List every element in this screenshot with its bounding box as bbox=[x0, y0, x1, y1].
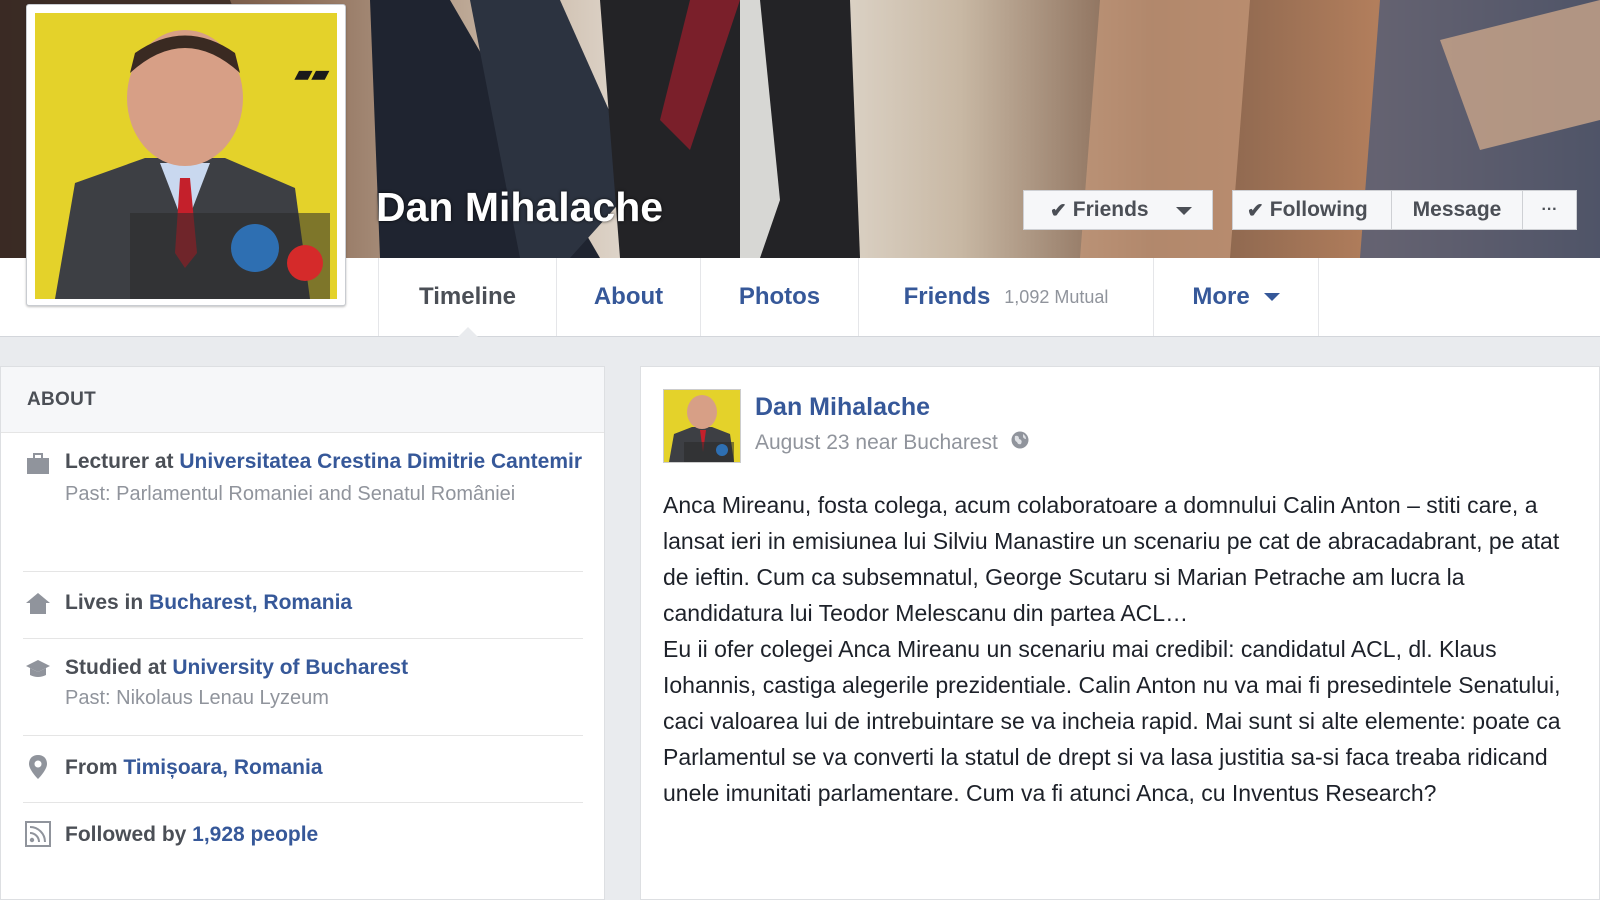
post-text: Anca Mireanu, fosta colega, acum colabor… bbox=[663, 487, 1575, 811]
studied-prefix: Studied at bbox=[65, 656, 173, 679]
post-meta: August 23 near Bucharest bbox=[755, 430, 1030, 456]
tab-more[interactable]: More bbox=[1153, 258, 1319, 336]
active-tab-indicator bbox=[457, 327, 478, 337]
mutual-friends-count: 1,092 Mutual bbox=[1004, 286, 1109, 307]
rss-icon bbox=[25, 821, 51, 847]
check-icon: ✔ bbox=[1050, 199, 1067, 222]
profile-actions: ✔ Following Message ··· bbox=[1232, 190, 1577, 230]
tab-photos[interactable]: Photos bbox=[700, 258, 858, 336]
post-author-avatar[interactable] bbox=[663, 389, 741, 463]
globe-icon[interactable] bbox=[1010, 430, 1030, 456]
from-link[interactable]: Timișoara, Romania bbox=[123, 756, 322, 779]
chevron-down-icon bbox=[1176, 207, 1192, 215]
followed-line: Followed by 1,928 people bbox=[65, 820, 583, 849]
work-line: Lecturer at Universitatea Crestina Dimit… bbox=[65, 447, 583, 476]
about-followed: Followed by 1,928 people bbox=[23, 803, 583, 869]
post-author-name[interactable]: Dan Mihalache bbox=[755, 393, 930, 422]
tab-label: Friends bbox=[903, 283, 991, 310]
followed-prefix: Followed by bbox=[65, 823, 193, 846]
timeline-post: Dan Mihalache August 23 near Bucharest A… bbox=[640, 366, 1600, 900]
profile-picture[interactable]: ▰▰ bbox=[26, 4, 346, 306]
lives-link[interactable]: Bucharest, Romania bbox=[149, 591, 352, 614]
followers-link[interactable]: 1,928 people bbox=[192, 823, 318, 846]
work-link[interactable]: Universitatea Crestina Dimitrie Cantemir bbox=[179, 450, 582, 473]
from-line: From Timișoara, Romania bbox=[65, 753, 583, 782]
following-button-label: Following bbox=[1269, 198, 1368, 221]
about-heading: ABOUT bbox=[1, 367, 604, 433]
lives-prefix: Lives in bbox=[65, 591, 150, 614]
about-lives: Lives in Bucharest, Romania bbox=[23, 572, 583, 639]
lives-line: Lives in Bucharest, Romania bbox=[65, 588, 583, 617]
friends-button[interactable]: ✔ Friends bbox=[1023, 190, 1213, 230]
tab-label: More bbox=[1192, 283, 1250, 310]
message-button[interactable]: Message bbox=[1392, 190, 1523, 230]
svg-text:▰▰: ▰▰ bbox=[294, 61, 330, 86]
about-card: ABOUT Lecturer at Universitatea Crestina… bbox=[0, 366, 605, 900]
tab-label: Photos bbox=[738, 283, 821, 310]
graduation-cap-icon bbox=[25, 657, 51, 683]
about-from: From Timișoara, Romania bbox=[23, 736, 583, 803]
chevron-down-icon bbox=[1263, 293, 1280, 301]
tab-about[interactable]: About bbox=[556, 258, 700, 336]
following-button[interactable]: ✔ Following bbox=[1232, 190, 1392, 230]
map-pin-icon bbox=[25, 754, 51, 780]
studied-link[interactable]: University of Bucharest bbox=[172, 656, 408, 679]
ellipsis-icon: ··· bbox=[1541, 201, 1558, 218]
studied-line: Studied at University of Bucharest bbox=[65, 653, 583, 682]
profile-picture-image: ▰▰ bbox=[35, 13, 337, 299]
more-options-button[interactable]: ··· bbox=[1523, 190, 1577, 230]
friends-button-label: Friends bbox=[1072, 198, 1149, 221]
tab-timeline[interactable]: Timeline bbox=[378, 258, 556, 337]
tab-label: Timeline bbox=[419, 283, 516, 310]
tab-label: About bbox=[593, 283, 664, 310]
message-button-label: Message bbox=[1412, 198, 1502, 221]
check-icon: ✔ bbox=[1247, 199, 1264, 222]
post-timestamp[interactable]: August 23 near Bucharest bbox=[755, 431, 998, 455]
post-paragraph: Anca Mireanu, fosta colega, acum colabor… bbox=[663, 492, 1560, 626]
tab-friends[interactable]: Friends 1,092 Mutual bbox=[858, 258, 1153, 336]
home-icon bbox=[25, 590, 51, 616]
from-prefix: From bbox=[65, 756, 124, 779]
about-work: Lecturer at Universitatea Crestina Dimit… bbox=[23, 447, 583, 572]
profile-name[interactable]: Dan Mihalache bbox=[376, 184, 663, 231]
briefcase-icon bbox=[25, 451, 51, 477]
work-past: Past: Parlamentul Romaniei and Senatul R… bbox=[65, 483, 516, 505]
work-prefix: Lecturer at bbox=[65, 450, 180, 473]
about-studied: Studied at University of Bucharest Past:… bbox=[23, 639, 583, 736]
post-paragraph: Eu ii ofer colegei Anca Mireanu un scena… bbox=[663, 636, 1561, 806]
studied-past: Past: Nikolaus Lenau Lyzeum bbox=[65, 687, 329, 709]
